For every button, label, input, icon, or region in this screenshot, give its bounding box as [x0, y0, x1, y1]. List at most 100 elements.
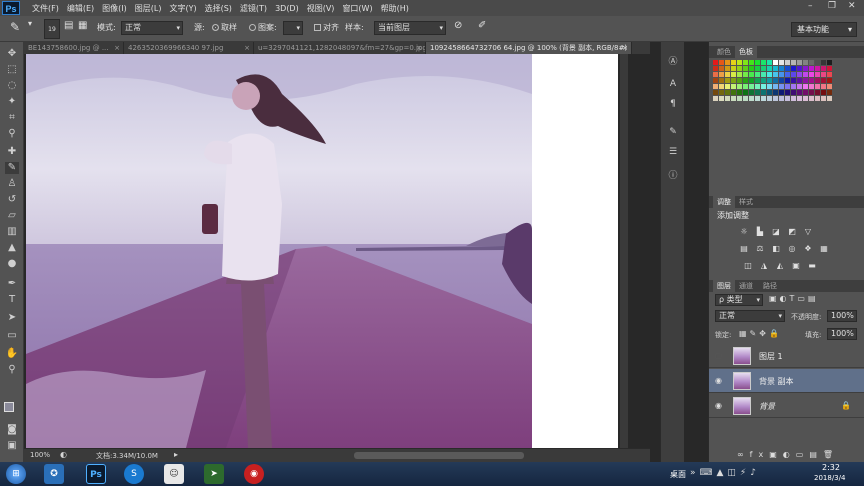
color-swatch[interactable] — [755, 72, 760, 77]
color-swatch[interactable] — [773, 72, 778, 77]
color-swatch[interactable] — [719, 84, 724, 89]
path-select-icon[interactable]: ➤ — [5, 312, 19, 324]
media-app-icon[interactable]: ➤ — [204, 464, 224, 484]
marquee-tool-icon[interactable]: ⬚ — [5, 64, 19, 76]
color-swatch[interactable] — [737, 96, 742, 101]
color-swatch[interactable] — [731, 60, 736, 65]
color-swatch[interactable] — [785, 60, 790, 65]
color-swatch[interactable] — [737, 72, 742, 77]
color-swatch[interactable] — [743, 84, 748, 89]
color-swatch[interactable] — [809, 78, 814, 83]
pattern-radio[interactable]: 图案: — [249, 22, 277, 33]
restore-button[interactable]: ❐ — [828, 1, 836, 11]
move-tool-icon[interactable]: ✥ — [5, 48, 19, 60]
black-white-icon[interactable]: ◧ — [771, 244, 781, 253]
color-swatch[interactable] — [749, 72, 754, 77]
color-swatch[interactable] — [719, 90, 724, 95]
color-swatch[interactable] — [749, 90, 754, 95]
color-swatch[interactable] — [815, 84, 820, 89]
color-swatch[interactable] — [767, 84, 772, 89]
color-swatch[interactable] — [743, 96, 748, 101]
color-swatch[interactable] — [731, 72, 736, 77]
color-swatch[interactable] — [755, 66, 760, 71]
color-swatch[interactable] — [791, 84, 796, 89]
color-swatch[interactable] — [803, 84, 808, 89]
color-swatch[interactable] — [803, 60, 808, 65]
color-swatch[interactable] — [737, 60, 742, 65]
photoshop-app-icon[interactable]: Ps — [86, 464, 106, 484]
color-swatch[interactable] — [731, 90, 736, 95]
layer-footer-icons[interactable]: ∞fx▣◐▭▤🗑 — [737, 450, 839, 459]
color-swatch[interactable] — [725, 96, 730, 101]
color-swatch[interactable] — [791, 96, 796, 101]
color-swatch[interactable] — [767, 78, 772, 83]
color-swatch[interactable] — [719, 60, 724, 65]
color-swatch[interactable] — [713, 66, 718, 71]
character-panel-icon[interactable]: A — [666, 78, 680, 90]
color-swatch[interactable] — [719, 66, 724, 71]
visibility-off-icon[interactable]: ▢ — [715, 351, 723, 360]
clone-stamp-icon[interactable]: ✎ — [10, 20, 20, 34]
color-swatch[interactable] — [725, 84, 730, 89]
color-swatch[interactable] — [809, 60, 814, 65]
eye-icon[interactable]: ◉ — [715, 376, 722, 385]
color-swatch[interactable] — [743, 72, 748, 77]
posterize-icon[interactable]: ◮ — [759, 261, 769, 270]
threshold-icon[interactable]: ◭ — [775, 261, 785, 270]
tab-document-2[interactable]: 4263520369966340 97.jpg × — [124, 42, 254, 54]
color-swatch[interactable] — [827, 78, 832, 83]
color-swatch[interactable] — [737, 78, 742, 83]
layer-filter-icons[interactable]: ▣◐T▭▤ — [769, 294, 819, 303]
clone-source-icon[interactable]: ▦ — [78, 20, 87, 31]
color-swatch[interactable] — [791, 60, 796, 65]
document-canvas[interactable] — [26, 54, 532, 448]
color-swatch[interactable] — [731, 78, 736, 83]
eyedropper-icon[interactable]: ⚲ — [5, 128, 19, 140]
color-swatch[interactable] — [755, 84, 760, 89]
color-swatch[interactable] — [827, 84, 832, 89]
vertical-scrollbar[interactable] — [620, 54, 628, 448]
menu-file[interactable]: 文件(F) — [28, 3, 63, 14]
minimize-button[interactable]: – — [808, 1, 813, 11]
color-swatch[interactable] — [779, 78, 784, 83]
tab-document-1[interactable]: BE143758600.jpg @ ... × — [24, 42, 124, 54]
color-swatch[interactable] — [797, 78, 802, 83]
color-swatch[interactable] — [821, 72, 826, 77]
color-swatch[interactable] — [737, 90, 742, 95]
color-swatch[interactable] — [821, 66, 826, 71]
layer-row-background-copy[interactable]: ◉ 背景 副本 — [709, 369, 864, 393]
tab-styles[interactable]: 样式 — [735, 196, 757, 208]
color-swatch[interactable] — [815, 78, 820, 83]
color-swatch[interactable] — [773, 90, 778, 95]
dodge-tool-icon[interactable]: ● — [5, 258, 19, 270]
color-swatch[interactable] — [821, 96, 826, 101]
curves-icon[interactable]: ◪ — [771, 227, 781, 236]
color-swatch[interactable] — [737, 84, 742, 89]
eye-icon[interactable]: ◉ — [715, 401, 722, 410]
sogou-app-icon[interactable]: S — [124, 464, 144, 484]
qq-app-icon[interactable]: ✪ — [44, 464, 64, 484]
close-icon[interactable]: × — [622, 42, 628, 54]
brush-presets-icon[interactable]: ✎ — [666, 126, 680, 138]
color-swatch[interactable] — [791, 90, 796, 95]
color-swatch[interactable] — [815, 66, 820, 71]
color-swatch[interactable] — [719, 78, 724, 83]
color-swatch[interactable] — [713, 96, 718, 101]
color-swatch[interactable] — [755, 60, 760, 65]
aligned-checkbox[interactable]: 对齐 — [314, 22, 339, 33]
tab-document-3[interactable]: u=3297041121,1282048097&fm=27&gp=0.jpg × — [254, 42, 426, 54]
color-swatch[interactable] — [713, 90, 718, 95]
sample-select[interactable]: 当前图层 ▾ — [374, 21, 446, 35]
foreground-color-swatch[interactable] — [4, 402, 14, 412]
color-swatch[interactable] — [743, 78, 748, 83]
color-swatch[interactable] — [731, 66, 736, 71]
properties-panel-icon[interactable]: ☰ — [666, 146, 680, 158]
color-swatch[interactable] — [761, 84, 766, 89]
color-swatch[interactable] — [779, 60, 784, 65]
color-swatch[interactable] — [809, 96, 814, 101]
close-icon[interactable]: × — [244, 42, 250, 54]
menu-edit[interactable]: 编辑(E) — [63, 3, 98, 14]
color-swatch[interactable] — [713, 84, 718, 89]
color-swatch[interactable] — [785, 84, 790, 89]
color-swatch[interactable] — [797, 60, 802, 65]
